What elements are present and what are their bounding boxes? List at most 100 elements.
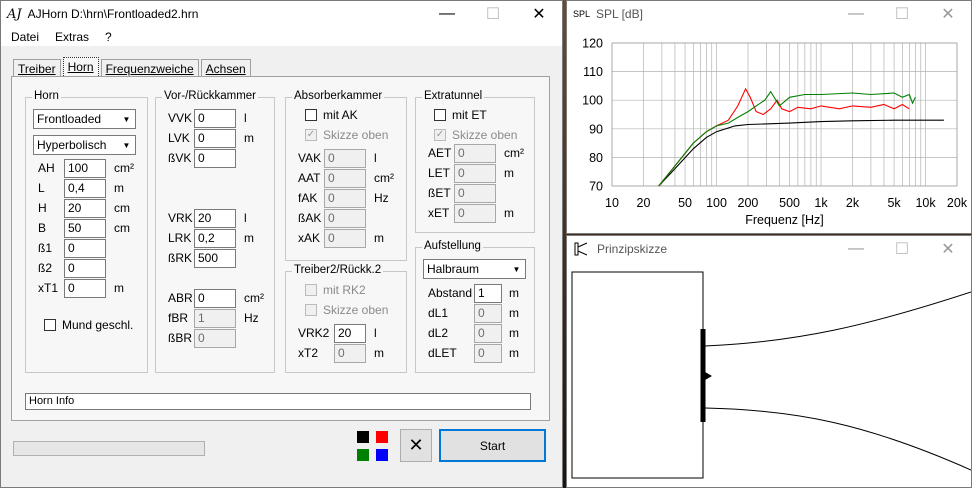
minimize-icon[interactable]: — (424, 1, 470, 27)
spl-titlebar[interactable]: SPL SPL [dB] — ☐ ✕ (567, 1, 971, 27)
chevron-down-icon: ▼ (122, 141, 131, 150)
tab-strip: Treiber Horn Frequenzweiche Achsen (13, 57, 253, 78)
kammer-top-field-input[interactable]: 0 (194, 129, 236, 148)
check-icon[interactable]: ✓ (434, 129, 446, 141)
sketch-horn-lower (704, 407, 971, 471)
aufstellung-field-input: 0 (474, 324, 502, 343)
progress-bar (13, 441, 205, 456)
horn-field-input[interactable]: 0 (64, 259, 106, 278)
maximize-icon[interactable]: ☐ (879, 1, 925, 27)
close-icon[interactable]: ✕ (516, 1, 562, 27)
clear-button[interactable]: ✕ (400, 429, 432, 462)
checkbox-box[interactable] (305, 109, 317, 121)
close-icon[interactable]: ✕ (925, 236, 971, 262)
y-tick-label: 90 (589, 122, 603, 136)
checkbox-box[interactable] (305, 304, 317, 316)
absorber-field-unit: m (374, 231, 384, 245)
minimize-icon[interactable]: — (833, 1, 879, 27)
kammer-top-field-input[interactable]: 0 (194, 149, 236, 168)
kammer-mid-field-input[interactable]: 500 (194, 249, 236, 268)
y-tick-label: 80 (589, 151, 603, 165)
mit-et-checkbox[interactable]: mit ET (434, 108, 487, 122)
horn-field-unit: cm² (114, 161, 134, 175)
kammer-mid-field-label: ßRK (168, 251, 192, 265)
checkbox-box[interactable] (434, 109, 446, 121)
aufstellung-field-input[interactable]: 1 (474, 284, 502, 303)
color-red-swatch[interactable] (376, 431, 388, 443)
maximize-icon[interactable]: ☐ (879, 236, 925, 262)
color-black-swatch[interactable] (357, 431, 369, 443)
x-tick-label: 10k (915, 196, 936, 210)
extratunnel-field-label: LET (428, 166, 451, 180)
kammer-bot-field-label: fBR (168, 311, 189, 325)
absorber-field-input: 0 (324, 229, 366, 248)
kammer-top-field-input[interactable]: 0 (194, 109, 236, 128)
minimize-icon[interactable]: — (833, 236, 879, 262)
menu-extras[interactable]: Extras (49, 30, 95, 44)
horn-field-input[interactable]: 100 (64, 159, 106, 178)
x-tick-label: 10 (605, 196, 619, 210)
kammer-bot-field-input[interactable]: 0 (194, 289, 236, 308)
checkbox-box[interactable] (305, 284, 317, 296)
treiber2-field-input[interactable]: 20 (334, 324, 366, 343)
horn-field-input[interactable]: 0 (64, 239, 106, 258)
horn-type-select[interactable]: Frontloaded ▼ (33, 109, 136, 129)
horn-field-label: AH (38, 161, 55, 175)
sketch-horn-upper (704, 291, 971, 347)
treiber2-field-unit: l (374, 326, 377, 340)
horn-field-input[interactable]: 20 (64, 199, 106, 218)
horn-field-input[interactable]: 0,4 (64, 179, 106, 198)
color-green-swatch[interactable] (357, 449, 369, 461)
x-tick-label: 5k (887, 196, 901, 210)
horn-field-label: xT1 (38, 281, 59, 295)
mund-geschl-checkbox[interactable]: Mund geschl. (44, 318, 133, 332)
absorber-field-unit: cm² (374, 171, 394, 185)
horn-field-input[interactable]: 0 (64, 279, 106, 298)
color-blue-swatch[interactable] (376, 449, 388, 461)
spl-series-line-0 (658, 119, 944, 187)
extratunnel-skizze-checkbox[interactable]: ✓ Skizze oben (434, 128, 517, 142)
absorber-field-input: 0 (324, 169, 366, 188)
x-axis-label: Frequenz [Hz] (745, 213, 824, 227)
aufstellung-field-unit: m (509, 286, 519, 300)
spl-app-icon: SPL (573, 9, 591, 19)
treiber2-field-label: xT2 (298, 346, 319, 360)
y-tick-label: 110 (583, 65, 603, 79)
y-tick-label: 120 (582, 37, 603, 51)
kammer-top-field-label: LVK (168, 131, 190, 145)
checkbox-box[interactable] (44, 319, 56, 331)
sketch-titlebar[interactable]: Prinzipskizze — ☐ ✕ (567, 236, 971, 262)
mit-ak-checkbox[interactable]: mit AK (305, 108, 358, 122)
aufstellung-field-unit: m (509, 306, 519, 320)
spl-title: SPL [dB] (596, 7, 643, 21)
absorber-field-input: 0 (324, 189, 366, 208)
main-titlebar[interactable]: AJ AJHorn D:\hrn\Frontloaded2.hrn — ☐ ✕ (1, 1, 562, 27)
kammer-bot-field-unit: Hz (244, 311, 259, 325)
absorber-skizze-checkbox[interactable]: ✓ Skizze oben (305, 128, 388, 142)
check-icon[interactable]: ✓ (305, 129, 317, 141)
aufstellung-select[interactable]: Halbraum ▼ (423, 259, 526, 279)
horn-field-input[interactable]: 50 (64, 219, 106, 238)
tab-horn[interactable]: Horn (62, 57, 99, 78)
kammer-mid-field-input[interactable]: 20 (194, 209, 236, 228)
treiber2-skizze-checkbox[interactable]: Skizze oben (305, 303, 388, 317)
mit-rk2-checkbox[interactable]: mit RK2 (305, 283, 366, 297)
menu-datei[interactable]: Datei (5, 30, 45, 44)
extratunnel-field-unit: m (504, 206, 514, 220)
kammer-top-field-label: ßVK (168, 151, 192, 165)
start-button[interactable]: Start (439, 429, 546, 462)
horn-field-unit: cm (114, 201, 130, 215)
x-tick-label: 50 (678, 196, 692, 210)
horn-profile-select[interactable]: Hyperbolisch ▼ (33, 135, 136, 155)
plot-frame (611, 42, 958, 187)
menu-help[interactable]: ? (99, 30, 118, 44)
close-icon[interactable]: ✕ (925, 1, 971, 27)
group-extratunnel-label: Extratunnel (422, 90, 485, 102)
maximize-icon[interactable]: ☐ (470, 1, 516, 27)
horn-field-label: H (38, 201, 47, 215)
kammer-mid-field-unit: m (244, 231, 254, 245)
kammer-mid-field-input[interactable]: 0,2 (194, 229, 236, 248)
aufstellung-field-input: 0 (474, 344, 502, 363)
x-tick-label: 1k (814, 196, 828, 210)
absorber-field-label: AAT (298, 171, 321, 185)
